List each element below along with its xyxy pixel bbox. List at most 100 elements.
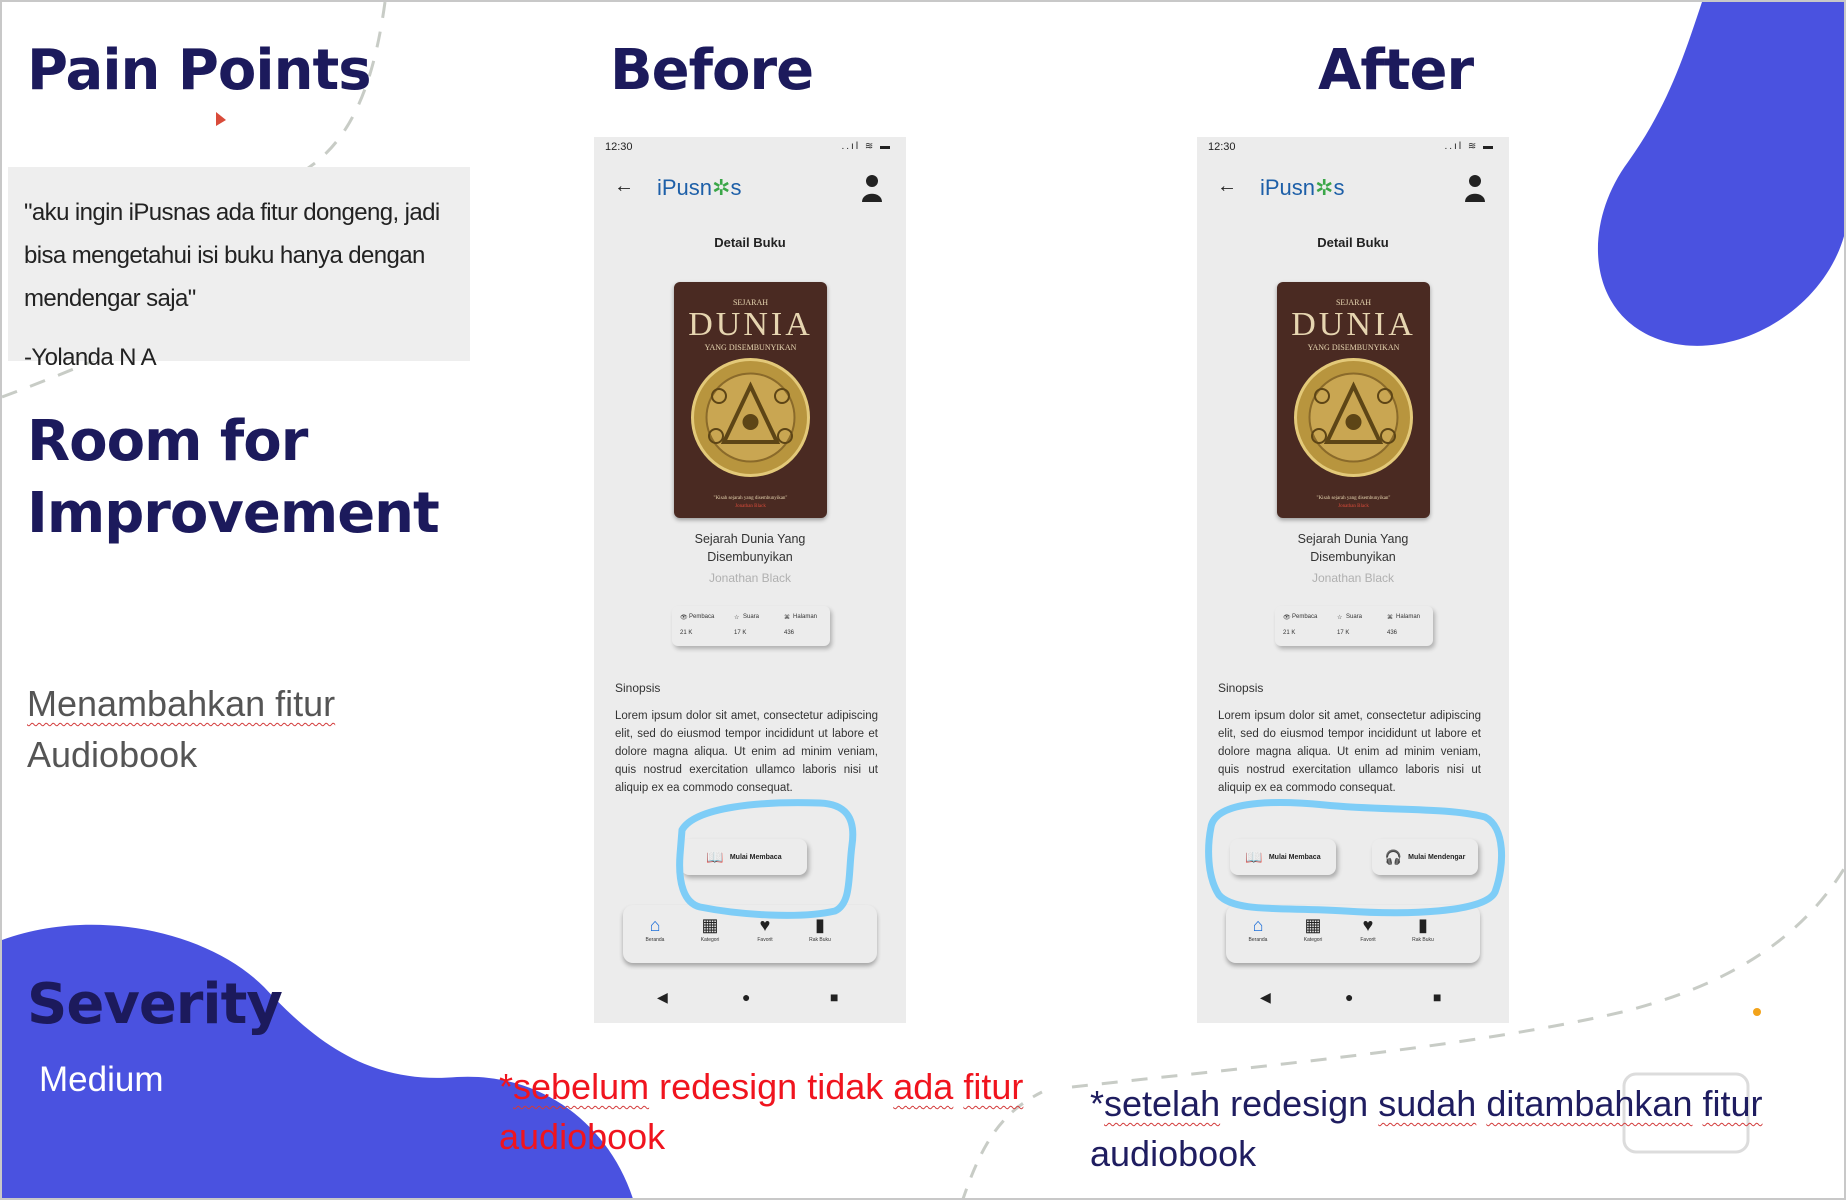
stat-value-pages: 436	[784, 630, 795, 636]
after-phone-mockup: 12:30 ..ıl ≋ ▬ ← iPusn✲s Detail Buku SEJ…	[1197, 137, 1509, 1023]
nav-item-category[interactable]: ▦ Kategori	[1283, 913, 1343, 943]
logo-star-icon: ✲	[712, 175, 731, 200]
nav-item-shelf[interactable]: ▮ Rak Buku	[1393, 913, 1453, 943]
before-note-prefix: *	[499, 1066, 514, 1107]
book-title-line2: Disembunyikan	[707, 550, 793, 564]
nav-item-home[interactable]: ⌂ Beranda	[625, 913, 685, 943]
cover-medallion-icon	[691, 358, 810, 477]
system-recent-icon[interactable]: ■	[1433, 989, 1441, 1005]
room-heading-line1: Room for	[27, 409, 308, 474]
before-note-word5: fitur	[963, 1066, 1024, 1107]
book-cover[interactable]: SEJARAH DUNIA YANG DISEMBUNYIKAN "Kisah …	[674, 282, 827, 518]
after-note-space1	[1476, 1083, 1486, 1124]
improvement-text: Menambahkan fitur Audiobook	[27, 678, 335, 780]
profile-icon[interactable]	[860, 173, 884, 203]
before-note-word6: audiobook	[499, 1116, 666, 1157]
book-open-icon: 📖	[706, 848, 724, 865]
book-title: Sejarah Dunia Yang Disembunyikan	[594, 530, 906, 566]
improvement-line2: Audiobook	[27, 734, 198, 775]
after-note: *setelah redesign sudah ditambahkan fitu…	[1090, 1079, 1810, 1179]
nav-favorite-label: Favorit	[1360, 937, 1376, 943]
back-arrow-icon[interactable]: ←	[614, 175, 634, 198]
after-note-word2: redesign	[1220, 1083, 1379, 1124]
votes-icon: ☆	[1337, 615, 1343, 621]
nav-shelf-label: Rak Buku	[1412, 937, 1434, 943]
logo-text: iPusn	[657, 175, 713, 200]
improvement-line1: Menambahkan fitur	[27, 683, 336, 724]
pain-points-heading: Pain Points	[27, 38, 372, 103]
system-back-icon[interactable]: ◀	[1260, 989, 1271, 1006]
book-stats-card: 👁 Pembaca ☆ Suara ⌘ Halaman 21 K 17 K 43…	[672, 606, 830, 646]
nav-item-favorite[interactable]: ♥ Favorit	[735, 913, 795, 943]
before-note: *sebelum redesign tidak ada fitur audiobo…	[499, 1062, 1059, 1162]
nav-category-label: Kategori	[1303, 937, 1323, 943]
start-reading-label: Mulai Membaca	[1268, 853, 1321, 861]
grid-icon: ▦	[701, 915, 719, 935]
cover-big-title: DUNIA	[1291, 306, 1416, 343]
stat-label-readers: Pembaca	[689, 614, 715, 620]
logo-text: iPusn	[1260, 175, 1316, 200]
book-cover[interactable]: SEJARAH DUNIA YANG DISEMBUNYIKAN "Kisah …	[1277, 282, 1430, 518]
stat-label-votes: Suara	[743, 614, 760, 620]
nav-home-label: Beranda	[1248, 937, 1268, 943]
severity-value: Medium	[39, 1060, 164, 1099]
nav-home-label: Beranda	[645, 937, 665, 943]
system-back-icon[interactable]: ◀	[657, 989, 668, 1006]
book-open-icon: 📖	[1245, 848, 1263, 865]
nav-item-category[interactable]: ▦ Kategori	[680, 913, 740, 943]
pages-icon: ⌘	[784, 615, 790, 621]
ipusnas-logo: iPusn✲s	[657, 175, 741, 201]
cover-medallion-icon	[1294, 358, 1413, 477]
system-home-icon[interactable]: ●	[742, 989, 750, 1005]
logo-text-end: s	[730, 175, 742, 200]
start-listening-button[interactable]: 🎧 Mulai Mendengar	[1372, 839, 1478, 875]
stat-value-votes: 17 K	[734, 630, 747, 636]
before-phone-mockup: 12:30 ..ıl ≋ ▬ ← iPusn✲s Detail Buku SEJ…	[594, 137, 906, 1023]
status-time: 12:30	[605, 141, 633, 153]
top-right-blob	[1597, 2, 1844, 346]
system-recent-icon[interactable]: ■	[830, 989, 838, 1005]
before-note-word1: sebelum	[513, 1066, 650, 1107]
nav-item-shelf[interactable]: ▮ Rak Buku	[790, 913, 850, 943]
book-author: Jonathan Black	[708, 571, 792, 585]
orange-dot	[1753, 1008, 1761, 1016]
nav-category-label: Kategori	[700, 937, 720, 943]
quote-author: -Yolanda N A	[24, 344, 157, 371]
screen-title: Detail Buku	[1317, 235, 1389, 250]
after-heading: After	[1318, 38, 1474, 103]
status-icons: ..ıl ≋ ▬	[841, 141, 892, 152]
nav-favorite-label: Favorit	[757, 937, 773, 943]
before-note-word2: redesign tidak	[649, 1066, 894, 1107]
status-time: 12:30	[1208, 141, 1236, 153]
pages-icon: ⌘	[1387, 615, 1393, 621]
before-note-word3: ada	[893, 1066, 954, 1107]
book-author: Jonathan Black	[1311, 571, 1395, 585]
after-note-prefix: *	[1090, 1083, 1105, 1124]
after-note-space2	[1692, 1083, 1702, 1124]
nav-shelf-label: Rak Buku	[809, 937, 831, 943]
before-note-space	[953, 1066, 963, 1107]
quote-text: "aku ingin iPusnas ada fitur dongeng, ja…	[24, 199, 440, 312]
stat-value-readers: 21 K	[1283, 630, 1296, 636]
synopsis-text: Lorem ipsum dolor sit amet, consectetur …	[615, 710, 878, 794]
cover-tagline: "Kisah sejarah yang disembunyikan"	[713, 496, 788, 501]
start-reading-button[interactable]: 📖 Mulai Membaca	[681, 839, 807, 875]
nav-item-home[interactable]: ⌂ Beranda	[1228, 913, 1288, 943]
back-arrow-icon[interactable]: ←	[1217, 175, 1237, 198]
book-title-line2: Disembunyikan	[1310, 550, 1396, 564]
grid-icon: ▦	[1304, 915, 1322, 935]
screen-title: Detail Buku	[714, 235, 786, 250]
profile-icon[interactable]	[1463, 173, 1487, 203]
before-heading: Before	[610, 38, 814, 103]
room-for-improvement-heading: Room for Improvement	[27, 406, 440, 550]
quote-box: "aku ingin iPusnas ada fitur dongeng, ja…	[8, 167, 470, 371]
system-home-icon[interactable]: ●	[1345, 989, 1353, 1005]
start-listening-label: Mulai Mendengar	[1408, 853, 1466, 861]
cover-author: Jonathan Black	[735, 504, 766, 509]
cover-tagline: "Kisah sejarah yang disembunyikan"	[1316, 496, 1391, 501]
cover-small-bottom: YANG DISEMBUNYIKAN	[704, 343, 797, 352]
start-reading-button[interactable]: 📖 Mulai Membaca	[1230, 839, 1336, 875]
nav-item-favorite[interactable]: ♥ Favorit	[1338, 913, 1398, 943]
room-heading-line2: Improvement	[27, 481, 440, 546]
bookmark-icon: ▮	[815, 915, 825, 935]
